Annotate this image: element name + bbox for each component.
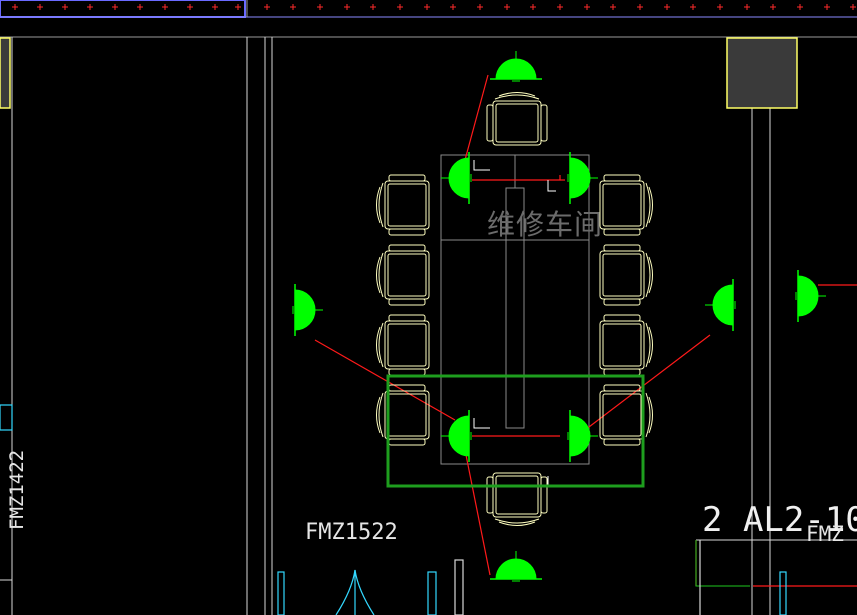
- door-tag-right-partial: FMZ: [806, 522, 844, 546]
- structural-column-icon: [726, 37, 798, 109]
- structural-column-partial: [0, 37, 11, 109]
- door-tag-fmz1522: FMZ1522: [305, 520, 398, 545]
- room-name-label: 维修车间: [487, 208, 604, 241]
- door-tag-fmz1422: FMZ1422: [6, 449, 28, 530]
